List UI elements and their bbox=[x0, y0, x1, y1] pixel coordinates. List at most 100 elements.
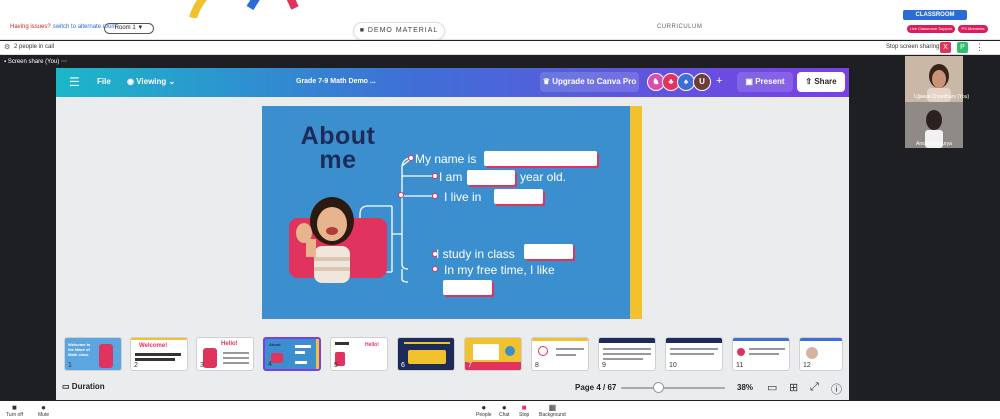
background-icon: ▦ bbox=[548, 403, 557, 412]
thumb-title: Welcome! bbox=[139, 343, 168, 349]
connector-dot bbox=[432, 193, 438, 199]
thumb-line bbox=[670, 353, 714, 355]
stop-share-button[interactable]: X bbox=[940, 42, 951, 53]
chevron-down-icon: ⌄ bbox=[168, 77, 176, 86]
add-collaborator-icon[interactable]: + bbox=[716, 75, 722, 87]
thumb-circle bbox=[505, 346, 515, 356]
document-title[interactable]: Grade 7-9 Math Demo ... bbox=[296, 78, 376, 85]
thumbnail-4[interactable]: About 4 bbox=[263, 337, 321, 371]
timer-icon: ▭ bbox=[62, 382, 70, 391]
zoom-level[interactable]: 38% bbox=[737, 383, 753, 392]
thumb-stripe bbox=[599, 338, 655, 343]
connector-dot bbox=[432, 173, 438, 179]
thumb-title: Hello! bbox=[221, 341, 238, 347]
eye-icon: ◉ bbox=[127, 77, 134, 86]
page-number: 10 bbox=[669, 362, 677, 369]
stop-sharing-label[interactable]: Stop screen sharing bbox=[886, 44, 939, 50]
more-vert-icon[interactable]: ⋮ bbox=[974, 42, 985, 53]
notes-icon[interactable]: ▭ bbox=[767, 381, 777, 394]
thumb-line bbox=[556, 348, 584, 350]
location-label: I live in bbox=[444, 190, 482, 204]
thumbnail-10[interactable]: 10 bbox=[665, 337, 723, 371]
fullscreen-icon[interactable]: ⤢ bbox=[810, 381, 819, 394]
participant-name: Anshika Maurya bbox=[916, 141, 952, 147]
present-icon: ▣ bbox=[745, 77, 753, 86]
p-badge[interactable]: P bbox=[957, 42, 968, 53]
room-select[interactable]: Room 1 ▼ bbox=[104, 23, 154, 34]
thumb-stripe bbox=[316, 339, 319, 369]
thumb-title: Hello! bbox=[365, 342, 379, 348]
page-number: 1 bbox=[68, 362, 72, 369]
girl-photo bbox=[296, 197, 354, 283]
thumb-stripe bbox=[666, 338, 722, 343]
thumbnail-12[interactable]: 12 bbox=[799, 337, 843, 371]
thumbnail-5[interactable]: Hello! 5 bbox=[330, 337, 388, 371]
folder-icon: ■ bbox=[359, 27, 365, 34]
camera-button[interactable]: ■ Turn off bbox=[6, 403, 23, 418]
name-field[interactable] bbox=[484, 151, 597, 166]
thumbnail-2[interactable]: Welcome! 2 bbox=[130, 337, 188, 371]
thumbnail-3[interactable]: Hello! 3 bbox=[196, 337, 254, 371]
share-button[interactable]: ⇧ Share bbox=[797, 72, 845, 92]
ps-moments-button[interactable]: PS Moments bbox=[958, 25, 988, 33]
page-number: 11 bbox=[736, 362, 744, 369]
thumb-photo bbox=[203, 348, 217, 368]
class-field[interactable] bbox=[524, 244, 573, 259]
thumbnail-8[interactable]: 8 bbox=[531, 337, 589, 371]
grid-view-icon[interactable]: ⊞ bbox=[789, 381, 798, 394]
mute-button[interactable]: ● Mute bbox=[38, 403, 49, 418]
live-support-button[interactable]: Live Classroom Support bbox=[907, 25, 955, 33]
canva-header: ☰ File ◉ Viewing ⌄ Grade 7-9 Math Demo .… bbox=[56, 68, 849, 97]
page-number: 7 bbox=[468, 362, 472, 369]
thumb-circle bbox=[737, 348, 745, 356]
thumb-photo bbox=[271, 353, 283, 363]
microphone-icon: ● bbox=[41, 403, 46, 412]
thumb-title: Welcome to the Maze of Math class bbox=[68, 342, 91, 357]
thumb-field bbox=[295, 345, 311, 348]
avatar[interactable]: U bbox=[693, 73, 711, 91]
class-label: I study in class bbox=[436, 247, 515, 261]
thumbnail-9[interactable]: 9 bbox=[598, 337, 656, 371]
demo-material-button[interactable]: ■ DEMO MATERIAL bbox=[353, 22, 445, 40]
age-suffix: year old. bbox=[520, 170, 567, 184]
help-icon[interactable]: ⓘ bbox=[831, 381, 842, 397]
thumbnail-6[interactable]: 6 bbox=[397, 337, 455, 371]
thumb-line bbox=[223, 352, 249, 354]
thumb-line bbox=[135, 358, 175, 361]
thumb-photo bbox=[99, 344, 113, 368]
file-menu[interactable]: File bbox=[97, 77, 111, 86]
chat-button[interactable]: ● Chat bbox=[499, 403, 510, 418]
zoom-slider[interactable] bbox=[621, 387, 725, 389]
location-field[interactable] bbox=[494, 189, 543, 204]
menu-icon[interactable]: ☰ bbox=[69, 75, 80, 89]
classroom-tab[interactable]: CLASSROOM bbox=[903, 10, 967, 20]
logo-arc-middle bbox=[246, 0, 299, 11]
slide-canvas[interactable]: About me My name is I am year old. I liv… bbox=[262, 106, 642, 319]
age-label: I am bbox=[439, 170, 463, 184]
thumb-line bbox=[404, 342, 450, 344]
thumbnail-1[interactable]: Welcome to the Maze of Math class 1 bbox=[64, 337, 122, 371]
thumb-field bbox=[295, 361, 307, 364]
top-banner: Having issues? switch to alternate room R… bbox=[0, 0, 1000, 40]
chevron-down-icon: ▼ bbox=[137, 25, 144, 31]
thumbnail-7[interactable]: 7 bbox=[464, 337, 522, 371]
hobby-field[interactable] bbox=[443, 280, 492, 295]
people-button[interactable]: ● People bbox=[476, 403, 492, 418]
background-button[interactable]: ▦ Background bbox=[539, 403, 566, 418]
page-number: 6 bbox=[401, 362, 405, 369]
zoom-slider-handle[interactable] bbox=[653, 382, 664, 393]
thumbnail-11[interactable]: 11 bbox=[732, 337, 790, 371]
duration-button[interactable]: ▭ Duration bbox=[62, 382, 105, 391]
present-button[interactable]: ▣ Present bbox=[737, 72, 793, 92]
monitor-icon: ▪ bbox=[4, 59, 7, 65]
curriculum-label[interactable]: CURRICULUM bbox=[657, 24, 702, 30]
viewing-menu[interactable]: ◉ Viewing ⌄ bbox=[127, 77, 175, 86]
gear-icon[interactable]: ⚙ bbox=[4, 43, 10, 51]
upgrade-button[interactable]: ♛ Upgrade to Canva Pro bbox=[540, 72, 639, 92]
canva-footer: ▭ Duration Page 4 / 67 38% ▭ ⊞ ⤢ ⓘ bbox=[56, 376, 849, 400]
stop-button[interactable]: ■ Stop bbox=[519, 403, 529, 418]
camera-icon: ■ bbox=[12, 403, 17, 412]
screen-share-label: ▪ Screen share (You) ⋯ bbox=[4, 59, 67, 65]
thumb-card bbox=[473, 344, 499, 360]
age-field[interactable] bbox=[467, 170, 515, 185]
